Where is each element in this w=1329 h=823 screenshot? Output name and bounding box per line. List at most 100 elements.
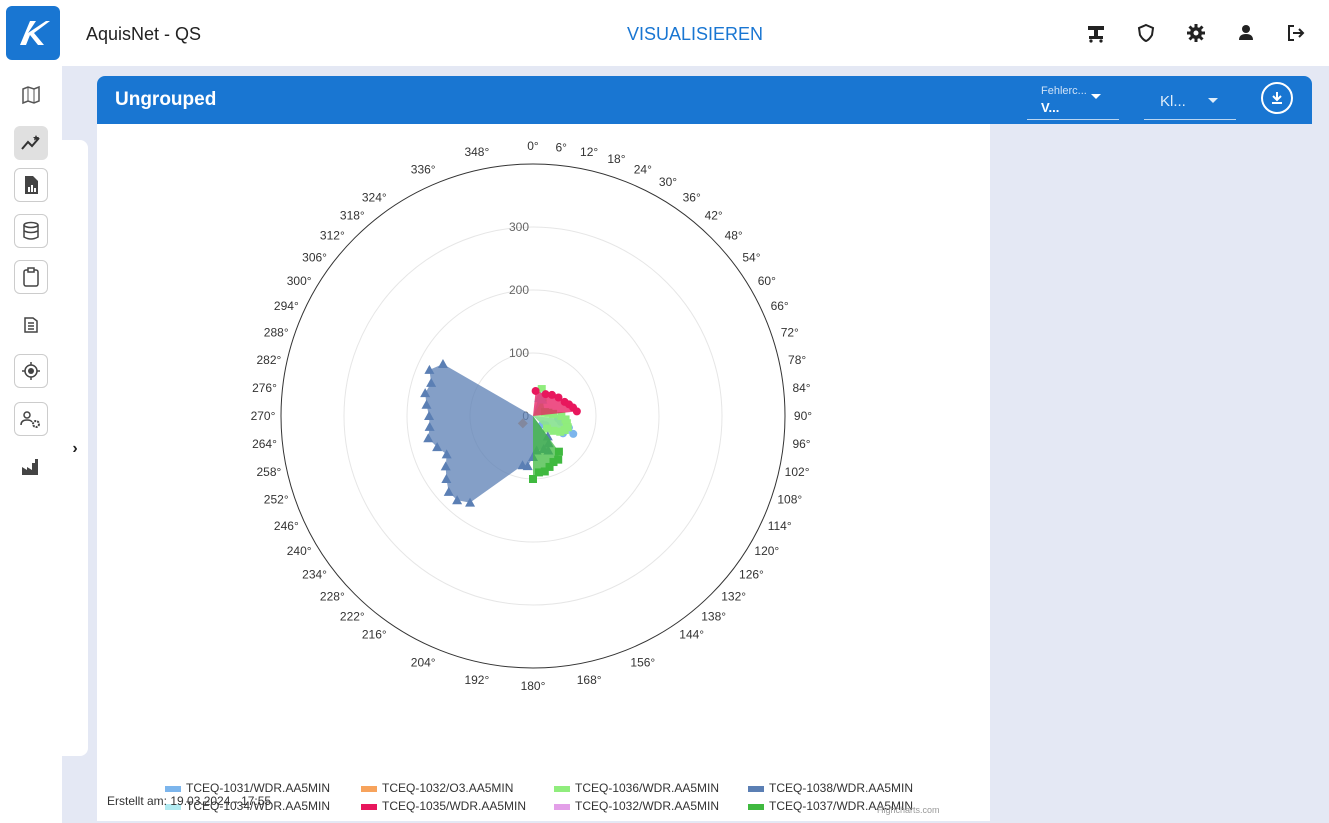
chart-area: 01002003000°6°12°18°24°30°36°42°48°54°60…: [97, 124, 990, 821]
y-tick-label: 100: [509, 346, 529, 360]
x-tick-label: 36°: [683, 191, 701, 205]
legend-item[interactable]: TCEQ-1032/O3.AA5MIN: [361, 781, 513, 795]
x-tick-label: 216°: [362, 627, 387, 641]
mobile-station-icon[interactable]: [1085, 22, 1107, 44]
x-tick-label: 246°: [274, 519, 299, 533]
top-bar: AquisNet - QS VISUALISIEREN: [0, 0, 1329, 66]
card-header: Ungrouped Fehlerc... V... Kl...: [97, 76, 1312, 124]
x-tick-label: 108°: [777, 492, 802, 506]
x-tick-label: 240°: [287, 544, 312, 558]
user-settings-icon: [20, 411, 40, 428]
sidebar-item-database[interactable]: [14, 214, 48, 248]
x-tick-label: 120°: [754, 544, 779, 558]
card-title: Ungrouped: [115, 89, 217, 110]
legend-symbol: [361, 803, 377, 810]
shield-icon[interactable]: [1135, 22, 1157, 44]
x-tick-label: 18°: [607, 152, 625, 166]
chart-credits[interactable]: Highcharts.com: [877, 805, 940, 815]
x-tick-label: 276°: [252, 381, 277, 395]
legend-item[interactable]: TCEQ-1031/WDR.AA5MIN: [165, 781, 330, 795]
y-tick-label: 300: [509, 220, 529, 234]
page-mode-title: VISUALISIEREN: [627, 24, 764, 44]
legend-label: TCEQ-1032/O3.AA5MIN: [382, 781, 514, 795]
x-tick-label: 96°: [792, 437, 810, 451]
sidebar-item-user-settings[interactable]: [14, 402, 48, 436]
x-tick-label: 300°: [287, 274, 312, 288]
series-point: [556, 427, 565, 436]
legend-symbol: [165, 785, 181, 792]
app-title: AquisNet - QS: [86, 24, 202, 44]
factory-icon: [22, 459, 38, 475]
series-point: [531, 386, 540, 395]
x-tick-label: 204°: [411, 656, 436, 670]
gear-icon[interactable]: [1185, 22, 1207, 44]
x-tick-label: 54°: [742, 250, 760, 264]
sidebar-item-tasks[interactable]: [14, 260, 48, 294]
legend-label: TCEQ-1035/WDR.AA5MIN: [382, 799, 527, 813]
x-tick-label: 126°: [739, 568, 764, 582]
x-tick-label: 144°: [679, 627, 704, 641]
x-tick-label: 156°: [630, 656, 655, 670]
legend-symbol: [748, 785, 764, 792]
x-tick-label: 252°: [264, 492, 289, 506]
legend-item[interactable]: TCEQ-1038/WDR.AA5MIN: [748, 781, 913, 795]
series-point: [529, 475, 537, 483]
visualize-icon: [21, 135, 40, 150]
legend-item[interactable]: TCEQ-1035/WDR.AA5MIN: [361, 799, 526, 813]
x-tick-label: 234°: [302, 568, 327, 582]
download-button[interactable]: [1261, 82, 1293, 114]
x-tick-label: 180°: [521, 679, 546, 693]
layers-list-icon: [24, 317, 38, 333]
legend-item[interactable]: TCEQ-1032/WDR.AA5MIN: [554, 799, 719, 813]
sidebar-item-reports[interactable]: [14, 168, 48, 202]
app-logo[interactable]: [6, 6, 60, 60]
x-tick-label: 336°: [411, 162, 436, 176]
legend-label: TCEQ-1032/WDR.AA5MIN: [575, 799, 720, 813]
series-point: [554, 447, 563, 456]
x-tick-label: 48°: [725, 228, 743, 242]
legend-symbol: [554, 785, 570, 792]
x-tick-label: 78°: [788, 353, 806, 367]
x-tick-label: 0°: [527, 139, 539, 153]
sidebar-item-factory[interactable]: [14, 450, 48, 484]
x-tick-label: 168°: [577, 673, 602, 687]
chevron-down-icon: [1091, 94, 1101, 99]
series-point: [543, 424, 552, 433]
right-pane: [990, 124, 1312, 821]
legend-symbol: [361, 785, 377, 792]
sidebar-item-layers[interactable]: [14, 308, 48, 342]
legend-item[interactable]: TCEQ-1036/WDR.AA5MIN: [554, 781, 719, 795]
class-dropdown[interactable]: Kl...: [1144, 80, 1236, 120]
x-tick-label: 318°: [340, 208, 365, 222]
visualization-card: Ungrouped Fehlerc... V... Kl... 01002003…: [97, 76, 1312, 821]
x-tick-label: 192°: [464, 673, 489, 687]
dropdown-value: V...: [1041, 100, 1060, 115]
download-icon: [1272, 92, 1282, 104]
sidebar-item-visualize[interactable]: [14, 126, 48, 160]
x-tick-label: 306°: [302, 250, 327, 264]
x-tick-label: 42°: [705, 208, 723, 222]
error-code-dropdown[interactable]: Fehlerc... V...: [1027, 80, 1119, 120]
x-tick-label: 60°: [758, 274, 776, 288]
x-tick-label: 6°: [555, 140, 567, 154]
user-icon[interactable]: [1235, 22, 1257, 44]
sidebar-item-map[interactable]: [14, 78, 48, 112]
dropdown-label: Fehlerc...: [1041, 85, 1087, 97]
target-icon: [22, 362, 40, 380]
series-point: [437, 359, 448, 369]
x-tick-label: 132°: [721, 590, 746, 604]
expand-panel-button[interactable]: ›: [66, 440, 84, 458]
chevron-down-icon: [1208, 98, 1218, 103]
legend-label: TCEQ-1036/WDR.AA5MIN: [575, 781, 720, 795]
sidebar-item-target[interactable]: [14, 354, 48, 388]
legend-label: TCEQ-1038/WDR.AA5MIN: [769, 781, 914, 795]
x-tick-label: 324°: [362, 191, 387, 205]
x-tick-label: 66°: [771, 299, 789, 313]
legend-symbol: [554, 803, 570, 810]
x-tick-label: 114°: [768, 519, 792, 533]
x-tick-label: 228°: [320, 590, 345, 604]
report-icon: [25, 176, 38, 194]
logout-icon[interactable]: [1285, 22, 1307, 44]
y-tick-label: 200: [509, 283, 529, 297]
x-tick-label: 258°: [256, 465, 281, 479]
